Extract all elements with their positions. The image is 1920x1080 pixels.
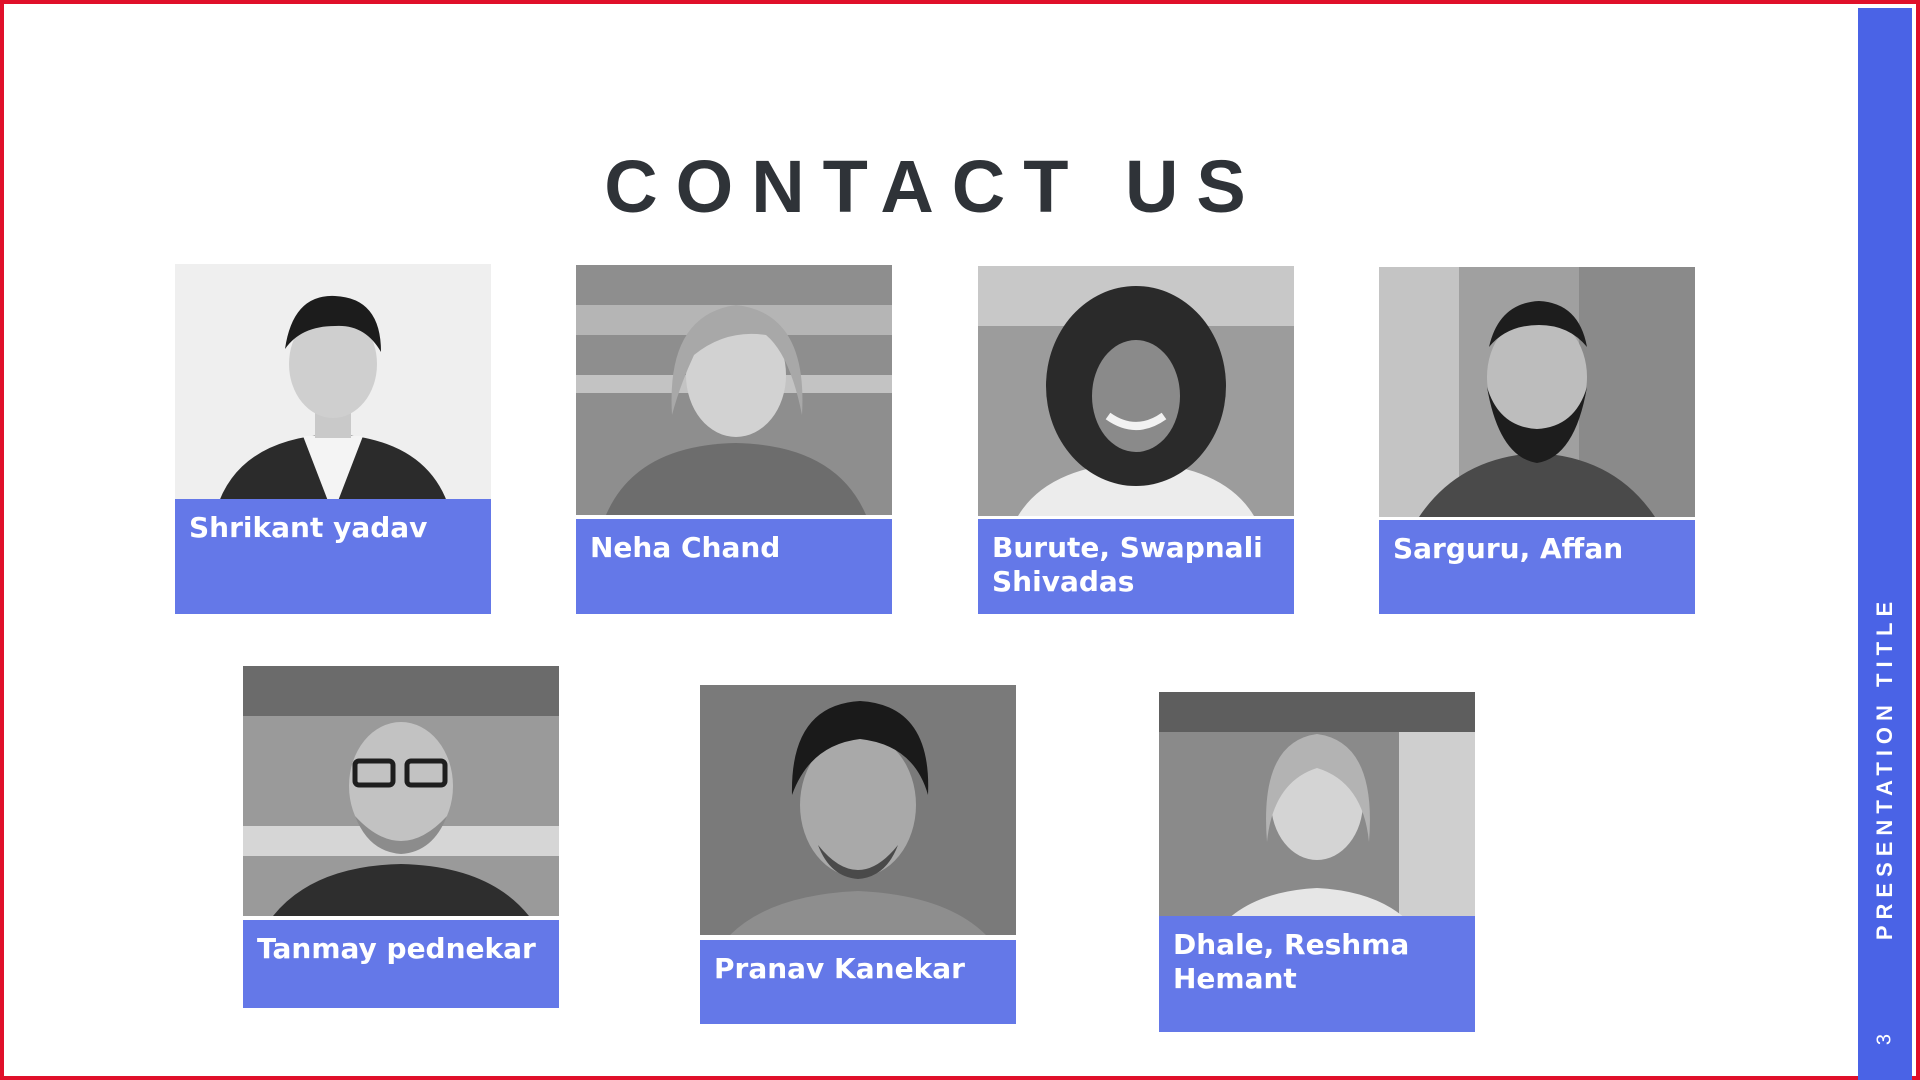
contact-photo	[175, 264, 491, 514]
contact-card: Sarguru, Affan	[1379, 267, 1695, 614]
contact-photo	[576, 265, 892, 515]
contact-name: Shrikant yadav	[175, 499, 491, 614]
contact-name: Sarguru, Affan	[1379, 520, 1695, 614]
contact-name: Neha Chand	[576, 519, 892, 614]
contact-card: Tanmay pednekar	[243, 666, 559, 1008]
presentation-title: PRESENTATION TITLE	[1872, 595, 1897, 941]
person-photo-icon	[1379, 267, 1695, 517]
contact-card: Burute, Swapnali Shivadas	[978, 266, 1294, 614]
contact-card: Neha Chand	[576, 265, 892, 614]
contact-name: Pranav Kanekar	[700, 940, 1016, 1024]
contact-card: Pranav Kanekar	[700, 685, 1016, 1024]
contact-photo	[1159, 692, 1475, 942]
slide: CONTACT US Shrikant yadav Neha Chand Bur…	[0, 0, 1920, 1080]
person-photo-icon	[243, 666, 559, 916]
sidebar: PRESENTATION TITLE 3	[1858, 8, 1912, 1080]
contact-photo	[243, 666, 559, 916]
contact-card: Shrikant yadav	[175, 264, 491, 614]
contact-photo	[700, 685, 1016, 935]
contact-card: Dhale, Reshma Hemant	[1159, 692, 1475, 1032]
person-photo-icon	[700, 685, 1016, 935]
contact-photo	[978, 266, 1294, 516]
contact-name: Burute, Swapnali Shivadas	[978, 519, 1294, 614]
person-photo-icon	[978, 266, 1294, 516]
person-photo-icon	[175, 264, 491, 514]
person-photo-icon	[576, 265, 892, 515]
page-number: 3	[1873, 1033, 1896, 1046]
contact-name: Dhale, Reshma Hemant	[1159, 916, 1475, 1032]
side-title-container: PRESENTATION TITLE	[1858, 563, 1912, 973]
person-photo-icon	[1159, 692, 1475, 942]
contact-name: Tanmay pednekar	[243, 920, 559, 1008]
page-title: CONTACT US	[604, 145, 1264, 228]
contact-photo	[1379, 267, 1695, 517]
